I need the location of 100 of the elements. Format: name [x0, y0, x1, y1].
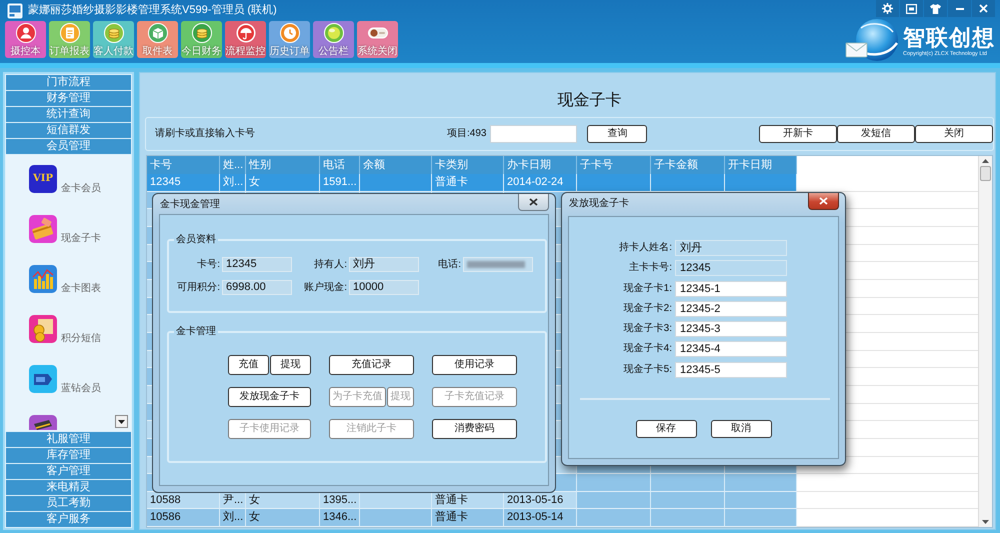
sidebar-item[interactable]: 积分短信	[29, 315, 101, 343]
table-row[interactable]: 12345 刘... 女 1591... 普通卡 2014-02-24	[147, 174, 978, 192]
caret-down-icon	[118, 420, 125, 424]
column-header[interactable]: 余额	[360, 156, 432, 174]
close-icon	[819, 197, 828, 205]
sidebar-section[interactable]: 统计查询	[6, 107, 131, 122]
logo-text: 智联创想	[903, 24, 995, 50]
credit-card-icon	[29, 215, 57, 243]
column-header[interactable]: 办卡日期	[504, 156, 577, 174]
toolbar-button[interactable]: 今日财务	[181, 21, 222, 58]
dialog-button[interactable]: 保存	[636, 420, 696, 438]
toolbar-button[interactable]: 公告栏	[313, 21, 354, 58]
settings-button[interactable]	[876, 0, 899, 17]
caret-up-icon	[982, 159, 989, 163]
prompt-label: 请刷卡或直接输入卡号	[155, 128, 255, 140]
sidebar-section[interactable]: 来电精灵	[6, 480, 131, 495]
card-stack-icon	[29, 415, 57, 430]
gear-icon	[882, 3, 893, 14]
text-field[interactable]: 12345	[675, 260, 787, 276]
shirt-icon	[930, 4, 941, 14]
field-label: 现金子卡1:	[624, 282, 672, 295]
sidebar-section[interactable]: 客户服务	[6, 512, 131, 527]
search-button[interactable]: 查询	[587, 125, 648, 143]
toolbar-button[interactable]: 取件表	[137, 21, 178, 58]
column-header[interactable]: 卡号	[147, 156, 220, 174]
action-button[interactable]: 发放现金子卡	[228, 387, 311, 407]
text-field[interactable]: 12345	[222, 257, 292, 272]
table-cell: 12345	[147, 174, 220, 192]
display-button[interactable]	[900, 0, 923, 17]
text-field[interactable]: 12345-5	[675, 362, 787, 378]
scroll-thumb[interactable]	[980, 166, 991, 181]
text-field[interactable]: 12345-1	[675, 280, 787, 297]
toolbar-button[interactable]: 系统关闭	[357, 21, 398, 58]
column-header[interactable]: 开卡日期	[725, 156, 797, 174]
dialog-button[interactable]: 取消	[710, 420, 772, 438]
theme-button[interactable]	[924, 0, 947, 17]
column-header[interactable]: 子卡金额	[651, 156, 725, 174]
sidebar-section[interactable]: 短信群发	[6, 123, 131, 138]
sidebar-section[interactable]: 财务管理	[6, 91, 131, 106]
text-field[interactable]: 刘丹	[675, 240, 787, 256]
column-header[interactable]: 卡类别	[432, 156, 504, 174]
text-field[interactable]: 6998.00	[222, 280, 292, 295]
field-label: 卡号:	[197, 258, 220, 270]
table-cell: 刘...	[220, 174, 246, 192]
toolbar-button[interactable]: 订单报表	[49, 21, 90, 58]
column-header[interactable]: 性别	[246, 156, 320, 174]
minimize-icon	[956, 8, 964, 10]
toolbar-button[interactable]: 摄控本	[5, 21, 46, 58]
close-button[interactable]	[972, 0, 995, 17]
close-button[interactable]	[808, 193, 839, 210]
column-header[interactable]: 子卡号	[577, 156, 651, 174]
action-button[interactable]: 充值记录	[329, 355, 414, 375]
sidebar-item[interactable]: 金卡图表	[29, 265, 101, 293]
dialog-title: 金卡现金管理	[159, 199, 220, 211]
text-field[interactable]: 10000	[349, 280, 419, 295]
minimize-button[interactable]	[948, 0, 971, 17]
action-button[interactable]: 发短信	[837, 125, 915, 143]
text-field[interactable]: 12345-3	[675, 321, 787, 338]
sidebar-item[interactable]: 现金子卡	[29, 215, 101, 243]
action-button[interactable]: 开新卡	[759, 125, 837, 143]
action-button[interactable]: 使用记录	[432, 355, 517, 375]
package-icon	[148, 23, 168, 43]
sidebar-section[interactable]: 库存管理	[6, 448, 131, 463]
toolbar-button[interactable]: 历史订单	[269, 21, 310, 58]
card-number-input[interactable]	[490, 125, 578, 143]
table-cell	[725, 509, 797, 528]
sidebar-section[interactable]: 门市流程	[6, 75, 131, 90]
toolbar-button[interactable]: 流程监控	[225, 21, 266, 58]
sidebar-section[interactable]: 礼服管理	[6, 432, 131, 447]
sidebar-item[interactable]: VIP 金卡会员	[29, 165, 101, 193]
scroll-down-button[interactable]	[115, 415, 128, 428]
table-cell: 女	[246, 174, 320, 192]
action-button[interactable]: 充值	[228, 355, 269, 375]
action-button[interactable]: 关闭	[915, 125, 993, 143]
close-icon	[529, 198, 538, 206]
table-cell: 普通卡	[432, 509, 504, 528]
sidebar-section[interactable]: 员工考勤	[6, 496, 131, 511]
sidebar-section[interactable]: 客户管理	[6, 464, 131, 479]
vertical-scrollbar[interactable]	[978, 156, 992, 527]
sidebar-section[interactable]: 会员管理	[6, 139, 131, 154]
close-icon	[979, 4, 988, 13]
text-field[interactable]: 12345-2	[675, 300, 787, 317]
text-field[interactable]	[463, 257, 533, 272]
text-field[interactable]: 刘丹	[349, 257, 419, 272]
table-row[interactable]: 10586 刘... 女 1346... 普通卡 2013-05-14	[147, 509, 978, 528]
close-button[interactable]	[518, 194, 549, 211]
column-header[interactable]: 姓...	[220, 156, 246, 174]
dialog-title: 发放现金子卡	[568, 198, 629, 210]
column-header[interactable]: 电话	[320, 156, 360, 174]
coins-icon	[104, 23, 124, 43]
caret-down-icon	[982, 520, 989, 524]
field-label: 现金子卡5:	[624, 364, 672, 376]
bar-chart-icon	[29, 265, 57, 293]
text-field[interactable]: 12345-4	[675, 341, 787, 358]
table-cell: 10588	[147, 492, 220, 510]
sidebar-item[interactable]: 蓝钻会员	[29, 365, 101, 393]
toolbar-button[interactable]: 客人付款	[93, 21, 134, 58]
action-button[interactable]: 提现	[270, 355, 311, 375]
disc-icon	[324, 23, 344, 43]
action-button[interactable]: 消费密码	[432, 419, 517, 439]
